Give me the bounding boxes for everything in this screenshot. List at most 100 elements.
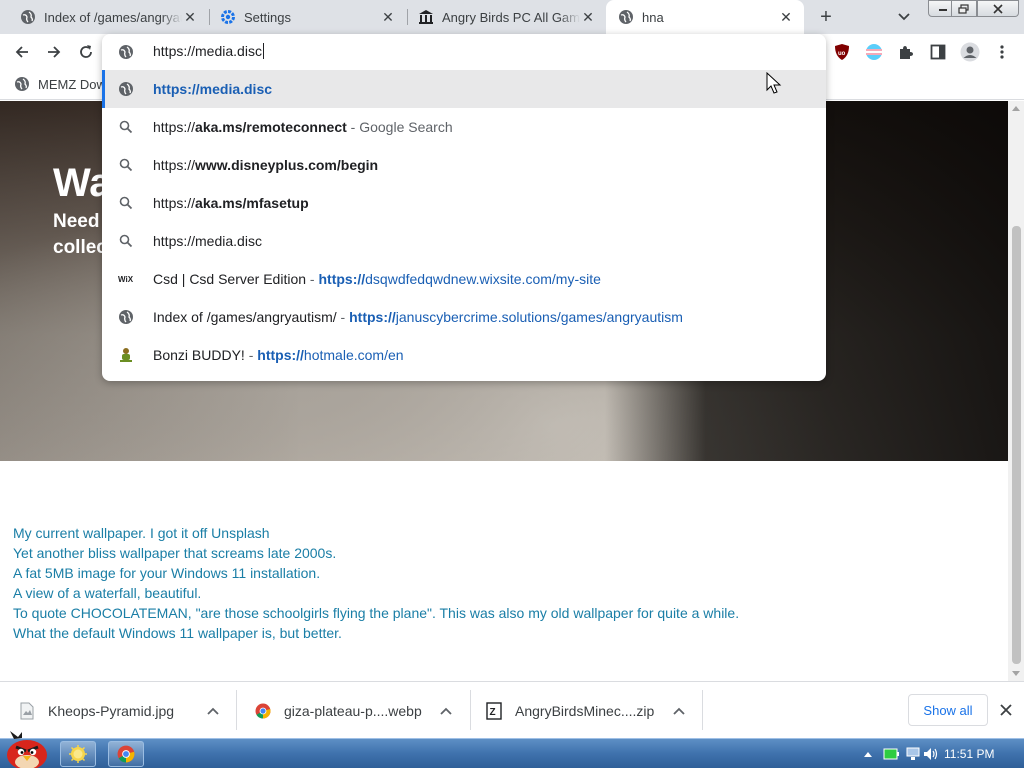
bookmark-label: MEMZ Dow — [38, 76, 106, 92]
restore-button[interactable] — [951, 0, 977, 17]
download-filename: giza-plateau-p....webp — [284, 703, 422, 719]
taskbar-explorer-button[interactable] — [60, 741, 96, 767]
suggestion-text: https://media.disc — [153, 81, 273, 97]
angry-bird-icon[interactable] — [4, 731, 50, 768]
clock[interactable]: 11:51 PM — [944, 747, 994, 761]
suggestion-history[interactable]: Bonzi BUDDY! - https://hotmale.com/en — [102, 336, 826, 374]
suggestion-match: aka.ms/remoteconnect — [195, 119, 347, 135]
reload-icon — [80, 45, 92, 58]
close-icon[interactable]: ✕ — [182, 9, 198, 25]
globe-icon — [20, 9, 36, 25]
address-bar[interactable]: https://media.disc — [102, 34, 826, 70]
chevron-up-icon[interactable] — [206, 704, 220, 718]
scrollbar-thumb[interactable] — [1012, 226, 1021, 664]
tab-index-of-games[interactable]: Index of /games/angryautism/ ✕ — [8, 0, 208, 34]
trans-flag-icon[interactable] — [863, 41, 885, 63]
omnibox-dropdown: https://media.disc https://media.disc ht… — [102, 34, 826, 381]
minimize-icon — [939, 8, 947, 11]
download-shelf: Kheops-Pyramid.jpg giza-plateau-p....web… — [0, 681, 1024, 738]
new-tab-button[interactable]: + — [814, 5, 838, 29]
close-icon[interactable]: ✕ — [580, 9, 596, 25]
profile-icon[interactable] — [959, 41, 981, 63]
suggestion-prefix: https:// — [153, 119, 196, 135]
scroll-up-icon[interactable] — [1012, 106, 1020, 111]
tab-angry-birds[interactable]: Angry Birds PC All Games ✕ — [406, 0, 606, 34]
tab-search-button[interactable] — [894, 7, 914, 27]
chrome-icon — [254, 702, 272, 720]
address-input[interactable]: https://media.disc — [153, 43, 264, 59]
caption-list: My current wallpaper. I got it off Unspl… — [13, 523, 739, 643]
battery-icon[interactable] — [883, 747, 899, 761]
volume-icon[interactable] — [923, 747, 939, 761]
suggestion-match: www.disneyplus.com/begin — [195, 157, 379, 173]
chrome-icon — [117, 745, 135, 763]
suggestion-url: januscybercrime.solutions/games/angryaut… — [395, 309, 683, 325]
suggestion-prefix: https:// — [153, 157, 196, 173]
tab-hna[interactable]: hna ✕ — [606, 0, 804, 34]
suggestion-search[interactable]: https://aka.ms/remoteconnect - Google Se… — [102, 108, 826, 146]
globe-icon — [15, 77, 29, 91]
suggestion-url[interactable]: https://media.disc — [102, 70, 826, 108]
tab-title: Index of /games/angryautism/ — [44, 9, 182, 25]
tab-title: Angry Birds PC All Games — [442, 9, 580, 25]
suggestion-separator: - — [309, 271, 315, 287]
caption-link[interactable]: A fat 5MB image for your Windows 11 inst… — [13, 563, 739, 583]
search-icon — [118, 119, 134, 135]
suggestion-search[interactable]: https://www.disneyplus.com/begin — [102, 146, 826, 184]
search-icon — [118, 157, 134, 173]
suggestion-history[interactable]: Index of /games/angryautism/ - https://j… — [102, 298, 826, 336]
suggestion-title: Bonzi BUDDY! — [153, 347, 245, 363]
suggestion-title: Csd | Csd Server Edition — [153, 271, 307, 287]
reload-button[interactable] — [74, 40, 98, 64]
page-scrollbar[interactable] — [1008, 101, 1024, 681]
show-all-downloads-button[interactable]: Show all — [908, 694, 988, 726]
download-filename: Kheops-Pyramid.jpg — [48, 703, 175, 719]
tray-up-arrow-icon[interactable] — [860, 747, 876, 761]
caption-link[interactable]: What the default Windows 11 wallpaper is… — [13, 623, 739, 643]
tab-title: hna — [642, 9, 664, 25]
mouse-cursor-icon — [766, 72, 782, 94]
suggestion-url-scheme: https:// — [257, 347, 304, 363]
image-file-icon — [18, 702, 36, 720]
explorer-icon — [69, 745, 87, 763]
caption-link[interactable]: My current wallpaper. I got it off Unspl… — [13, 523, 739, 543]
taskbar-chrome-button[interactable] — [108, 741, 144, 767]
suggestion-search[interactable]: https://aka.ms/mfasetup — [102, 184, 826, 222]
suggestion-history[interactable]: WiX Csd | Csd Server Edition - https://d… — [102, 260, 826, 298]
bookmark-memz[interactable]: MEMZ Dow — [14, 76, 106, 92]
zip-file-icon: Z — [485, 702, 503, 720]
svg-text:uo: uo — [838, 51, 846, 57]
download-item[interactable]: Z AngryBirdsMinec....zip — [467, 682, 701, 739]
arrow-right-icon — [48, 46, 61, 58]
restore-icon — [958, 3, 969, 14]
close-icon[interactable]: ✕ — [778, 9, 794, 25]
chevron-down-icon — [898, 13, 910, 21]
divider — [702, 690, 703, 730]
caption-link[interactable]: Yet another bliss wallpaper that screams… — [13, 543, 739, 563]
globe-icon — [118, 309, 134, 325]
chevron-up-icon[interactable] — [672, 704, 686, 718]
close-icon[interactable] — [998, 702, 1014, 718]
kebab-menu-icon[interactable] — [991, 41, 1013, 63]
suggestion-title: Index of /games/angryautism/ — [153, 309, 337, 325]
close-icon[interactable]: ✕ — [380, 9, 396, 25]
gear-icon — [220, 9, 236, 25]
ublock-origin-icon[interactable]: uo — [831, 41, 853, 63]
tab-settings[interactable]: Settings ✕ — [208, 0, 406, 34]
tab-title: Settings — [244, 9, 291, 25]
forward-button[interactable] — [42, 40, 66, 64]
chevron-up-icon[interactable] — [439, 704, 453, 718]
download-item[interactable]: giza-plateau-p....webp — [236, 682, 470, 739]
globe-icon — [118, 44, 134, 63]
side-panel-icon[interactable] — [927, 41, 949, 63]
caption-link[interactable]: A view of a waterfall, beautiful. — [13, 583, 739, 603]
scroll-down-icon[interactable] — [1012, 671, 1020, 676]
close-window-button[interactable] — [977, 0, 1019, 17]
puzzle-icon[interactable] — [895, 41, 917, 63]
caption-link[interactable]: To quote CHOCOLATEMAN, "are those school… — [13, 603, 739, 623]
suggestion-search[interactable]: https://media.disc — [102, 222, 826, 260]
globe-icon — [118, 81, 134, 97]
svg-text:WiX: WiX — [118, 275, 134, 284]
network-icon[interactable] — [905, 747, 921, 761]
back-button[interactable] — [10, 40, 34, 64]
